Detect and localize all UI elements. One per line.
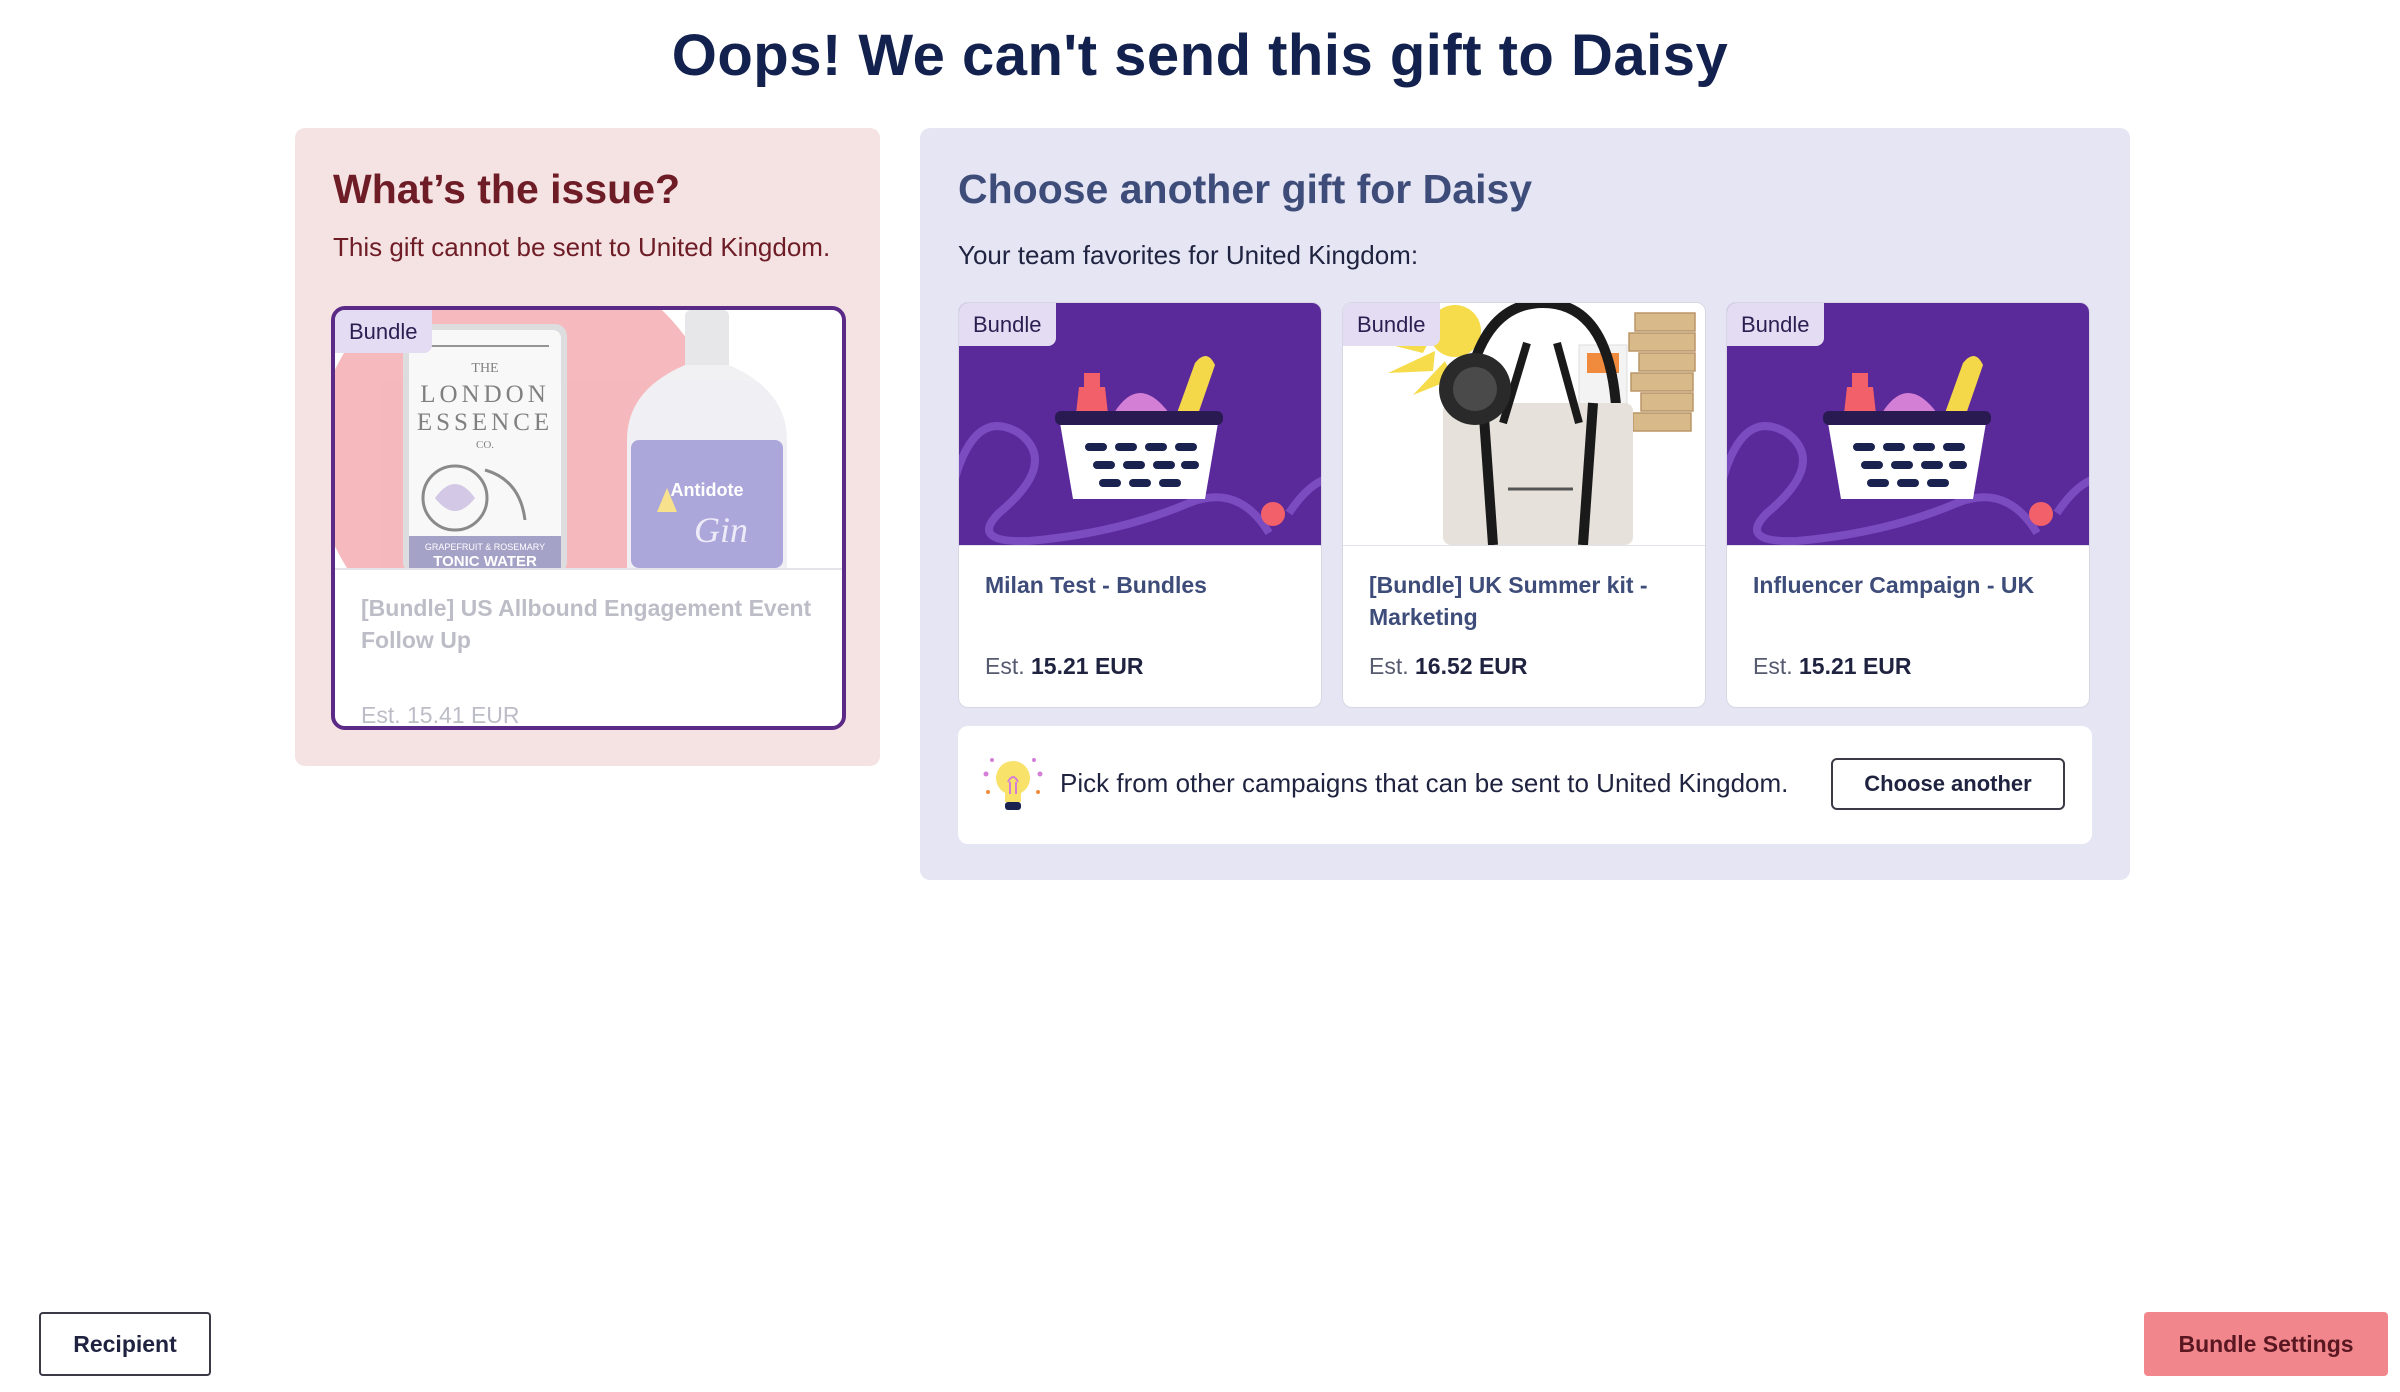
choose-gift-panel: Choose another gift for Daisy Your team … (920, 128, 2130, 880)
gift-card-milan-test[interactable]: Bundle Milan Test - Bundles Est. 15.21 E… (958, 302, 1322, 708)
choose-another-button[interactable]: Choose another (1831, 758, 2065, 810)
price-value: 15.21 EUR (1031, 653, 1144, 679)
unavailable-gift-card[interactable]: Bundle THE LONDON ESSENCE CO. GRAPEFRUIT… (331, 306, 846, 730)
can-text-essence: ESSENCE (417, 409, 553, 436)
bundle-badge: Bundle (1727, 303, 1824, 346)
gift-price: Est. 15.21 EUR (1753, 653, 1912, 680)
bottle-text-brand: Antidote (671, 480, 744, 500)
can-text-the: THE (471, 361, 498, 376)
price-prefix: Est. (1369, 653, 1409, 679)
can-text-flavor: GRAPEFRUIT & ROSEMARY (425, 542, 545, 552)
bundle-badge: Bundle (959, 303, 1056, 346)
bottle-text-gin: Gin (694, 510, 748, 550)
other-campaigns-text: Pick from other campaigns that can be se… (1060, 768, 1789, 798)
gift-title: Influencer Campaign - UK (1753, 572, 2035, 598)
price-value: 16.52 EUR (1415, 653, 1528, 679)
price-value: 15.21 EUR (1799, 653, 1912, 679)
team-favorites-subtitle: Your team favorites for United Kingdom: (958, 240, 1419, 270)
page-title: Oops! We can't send this gift to Daisy (671, 23, 1729, 88)
can-text-london: LONDON (420, 381, 550, 408)
bundle-settings-button[interactable]: Bundle Settings (2144, 1312, 2388, 1376)
can-text-co: CO. (476, 439, 494, 451)
gift-card-influencer-campaign[interactable]: Bundle Influencer Campaign - UK Est. 15.… (1726, 302, 2090, 708)
gift-title: Milan Test - Bundles (985, 572, 1207, 598)
gift-price: Est. 16.52 EUR (1369, 653, 1528, 680)
gift-price: Est. 15.21 EUR (985, 653, 1144, 680)
bundle-badge: Bundle (1343, 303, 1440, 346)
unavailable-gift-title: [Bundle] US Allbound Engagement Event Fo… (361, 595, 812, 653)
back-to-recipient-button[interactable]: Recipient (39, 1312, 211, 1376)
other-campaigns-tip: Pick from other campaigns that can be se… (958, 726, 2092, 844)
lightbulb-icon (980, 752, 1046, 818)
can-text-tonic: TONIC WATER (433, 553, 537, 568)
price-prefix: Est. (1753, 653, 1793, 679)
unavailable-gift-price: Est. 15.41 EUR (361, 702, 520, 728)
bundle-badge: Bundle (335, 310, 432, 353)
price-prefix: Est. (985, 653, 1025, 679)
gift-card-uk-summer-kit[interactable]: Bundle [Bundle] UK Summer kit - Marketin… (1342, 302, 1706, 708)
issue-heading: What’s the issue? (333, 166, 681, 212)
issue-description: This gift cannot be sent to United Kingd… (333, 232, 831, 262)
choose-heading: Choose another gift for Daisy (958, 166, 1533, 212)
gift-title: [Bundle] UK Summer kit - Marketing (1369, 572, 1648, 630)
issue-panel: What’s the issue? This gift cannot be se… (295, 128, 880, 766)
